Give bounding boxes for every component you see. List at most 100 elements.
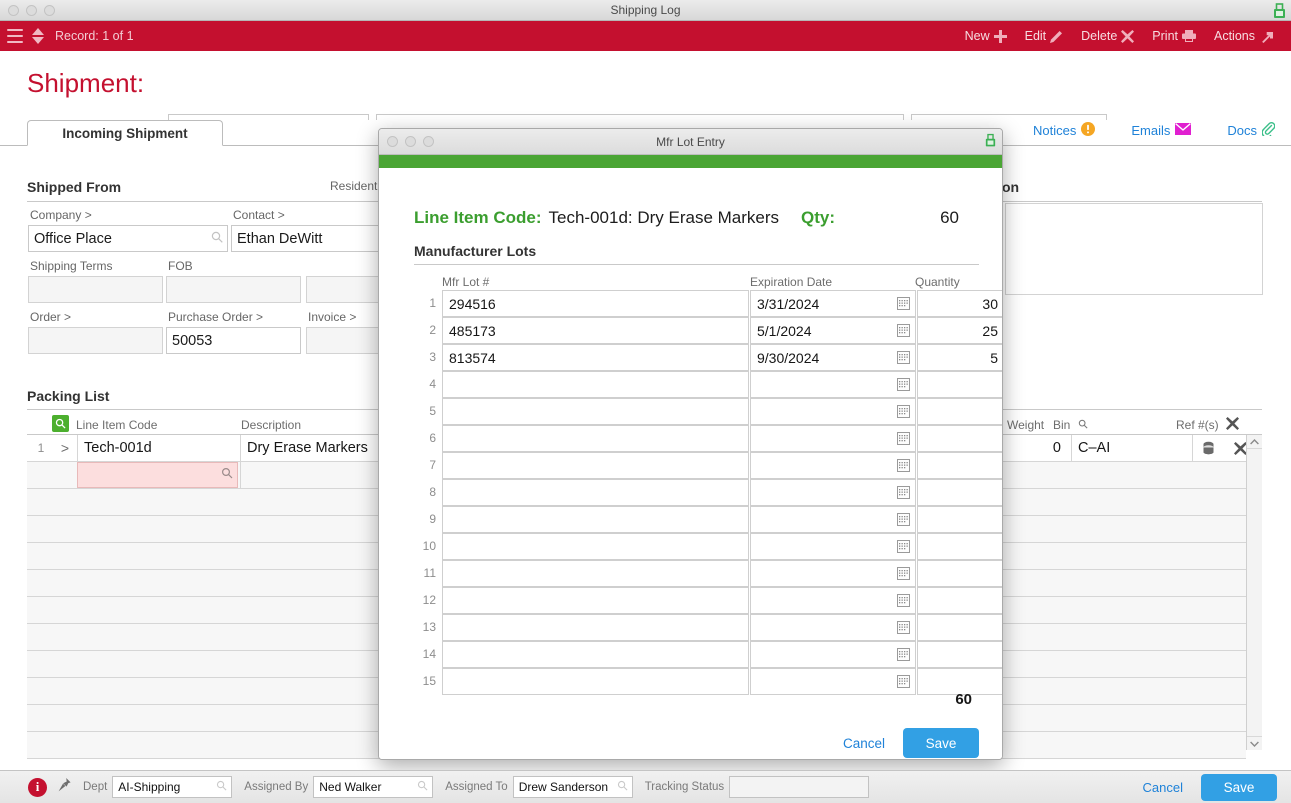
lot-number-input[interactable]: [442, 641, 749, 668]
lot-quantity-input[interactable]: [917, 371, 1002, 398]
modal-close-button[interactable]: [387, 136, 398, 147]
expiration-date-input[interactable]: [750, 641, 916, 668]
lot-quantity-input[interactable]: [917, 587, 1002, 614]
calendar-icon[interactable]: [897, 297, 910, 310]
lot-number-input[interactable]: [442, 587, 749, 614]
lot-number-input[interactable]: [442, 668, 749, 695]
minimize-window-button[interactable]: [26, 5, 37, 16]
lot-quantity-input[interactable]: [917, 479, 1002, 506]
lot-quantity-input[interactable]: [917, 614, 1002, 641]
lot-quantity-input[interactable]: 25: [917, 317, 1002, 344]
lot-row[interactable]: 10: [414, 533, 1002, 560]
purchase-order-field[interactable]: 50053: [166, 327, 301, 354]
calendar-icon[interactable]: [897, 405, 910, 418]
delete-button[interactable]: Delete: [1081, 29, 1135, 43]
lot-row[interactable]: 13: [414, 614, 1002, 641]
calendar-icon[interactable]: [897, 459, 910, 472]
row-expander[interactable]: >: [55, 435, 75, 461]
lot-number-input[interactable]: [442, 560, 749, 587]
lot-row[interactable]: 5: [414, 398, 1002, 425]
print-button[interactable]: Print: [1152, 29, 1196, 43]
calendar-icon[interactable]: [897, 324, 910, 337]
expiration-date-input[interactable]: [750, 452, 916, 479]
zoom-window-button[interactable]: [44, 5, 55, 16]
lot-row[interactable]: 4: [414, 371, 1002, 398]
calendar-icon[interactable]: [897, 513, 910, 526]
calendar-icon[interactable]: [897, 378, 910, 391]
hamburger-menu-icon[interactable]: [7, 29, 23, 43]
lot-row[interactable]: 11: [414, 560, 1002, 587]
search-icon[interactable]: [221, 467, 233, 483]
lot-number-input[interactable]: [442, 506, 749, 533]
assigned-by-field[interactable]: Ned Walker: [313, 776, 434, 798]
lot-row[interactable]: 2 485173 5/1/2024 25: [414, 317, 1002, 344]
packing-list-search-icon[interactable]: [52, 415, 69, 432]
lot-quantity-input[interactable]: [917, 560, 1002, 587]
expiration-date-input[interactable]: 9/30/2024: [750, 344, 916, 371]
modal-zoom-button[interactable]: [423, 136, 434, 147]
lot-quantity-input[interactable]: 5: [917, 344, 1002, 371]
clear-refs-icon[interactable]: [1226, 417, 1239, 435]
docs-link[interactable]: Docs: [1227, 122, 1276, 139]
calendar-icon[interactable]: [897, 540, 910, 553]
expiration-date-input[interactable]: [750, 587, 916, 614]
lot-quantity-input[interactable]: [917, 506, 1002, 533]
modal-minimize-button[interactable]: [405, 136, 416, 147]
expiration-date-input[interactable]: [750, 398, 916, 425]
calendar-icon[interactable]: [897, 594, 910, 607]
cell-weight[interactable]: 0: [995, 435, 1069, 461]
search-icon[interactable]: [1078, 418, 1088, 432]
expiration-date-input[interactable]: [750, 614, 916, 641]
lot-row[interactable]: 6: [414, 425, 1002, 452]
bottom-save-button[interactable]: Save: [1201, 773, 1277, 801]
notices-link[interactable]: Notices: [1033, 122, 1096, 139]
packing-list-scrollbar[interactable]: [1246, 435, 1262, 750]
lot-row[interactable]: 7: [414, 452, 1002, 479]
expiration-date-input[interactable]: [750, 506, 916, 533]
lot-quantity-input[interactable]: [917, 425, 1002, 452]
calendar-icon[interactable]: [897, 621, 910, 634]
search-icon[interactable]: [211, 231, 223, 247]
calendar-icon[interactable]: [897, 675, 910, 688]
lot-row[interactable]: 14: [414, 641, 1002, 668]
lot-row[interactable]: 15: [414, 668, 1002, 695]
database-icon[interactable]: [1192, 435, 1224, 461]
lot-row[interactable]: 3 813574 9/30/2024 5: [414, 344, 1002, 371]
lot-number-input[interactable]: [442, 371, 749, 398]
right-section-textarea[interactable]: [1005, 203, 1263, 295]
dept-field[interactable]: AI-Shipping: [112, 776, 233, 798]
search-icon[interactable]: [417, 780, 428, 794]
lot-number-input[interactable]: [442, 398, 749, 425]
expiration-date-input[interactable]: [750, 533, 916, 560]
pin-icon[interactable]: [58, 777, 71, 797]
lot-row[interactable]: 1 294516 3/31/2024 30: [414, 290, 1002, 317]
lot-quantity-input[interactable]: [917, 398, 1002, 425]
record-stepper-icon[interactable]: [32, 27, 44, 45]
lot-quantity-input[interactable]: 30: [917, 290, 1002, 317]
modal-traffic-lights[interactable]: [387, 136, 434, 147]
emails-link[interactable]: Emails: [1131, 123, 1192, 138]
calendar-icon[interactable]: [897, 567, 910, 580]
expiration-date-input[interactable]: [750, 425, 916, 452]
calendar-icon[interactable]: [897, 432, 910, 445]
cell-line-item-code[interactable]: Tech-001d: [77, 435, 238, 461]
edit-button[interactable]: Edit: [1025, 29, 1064, 43]
expiration-date-input[interactable]: [750, 479, 916, 506]
lot-number-input[interactable]: [442, 425, 749, 452]
cell-bin[interactable]: C–AI: [1071, 435, 1191, 461]
lot-quantity-input[interactable]: [917, 533, 1002, 560]
info-icon[interactable]: i: [28, 777, 47, 797]
lot-number-input[interactable]: 485173: [442, 317, 749, 344]
calendar-icon[interactable]: [897, 648, 910, 661]
expiration-date-input[interactable]: [750, 668, 916, 695]
tracking-status-field[interactable]: [729, 776, 870, 798]
window-traffic-lights[interactable]: [8, 5, 55, 16]
chevron-down-icon[interactable]: [1247, 736, 1262, 750]
calendar-icon[interactable]: [897, 486, 910, 499]
new-line-item-code-input[interactable]: [77, 462, 238, 488]
lot-row[interactable]: 12: [414, 587, 1002, 614]
lot-quantity-input[interactable]: [917, 641, 1002, 668]
expiration-date-input[interactable]: [750, 371, 916, 398]
lot-number-input[interactable]: 294516: [442, 290, 749, 317]
calendar-icon[interactable]: [897, 351, 910, 364]
